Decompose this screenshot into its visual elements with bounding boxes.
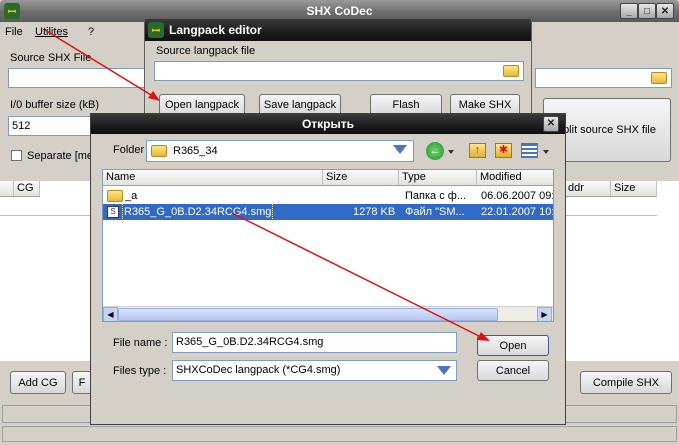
arrow-head-open-langpack: [148, 91, 160, 101]
arrow-head-open-button: [477, 332, 490, 341]
arrow-to-open-button: [231, 212, 486, 340]
annotation-arrows: [44, 29, 490, 341]
arrow-to-open-langpack: [44, 29, 157, 99]
